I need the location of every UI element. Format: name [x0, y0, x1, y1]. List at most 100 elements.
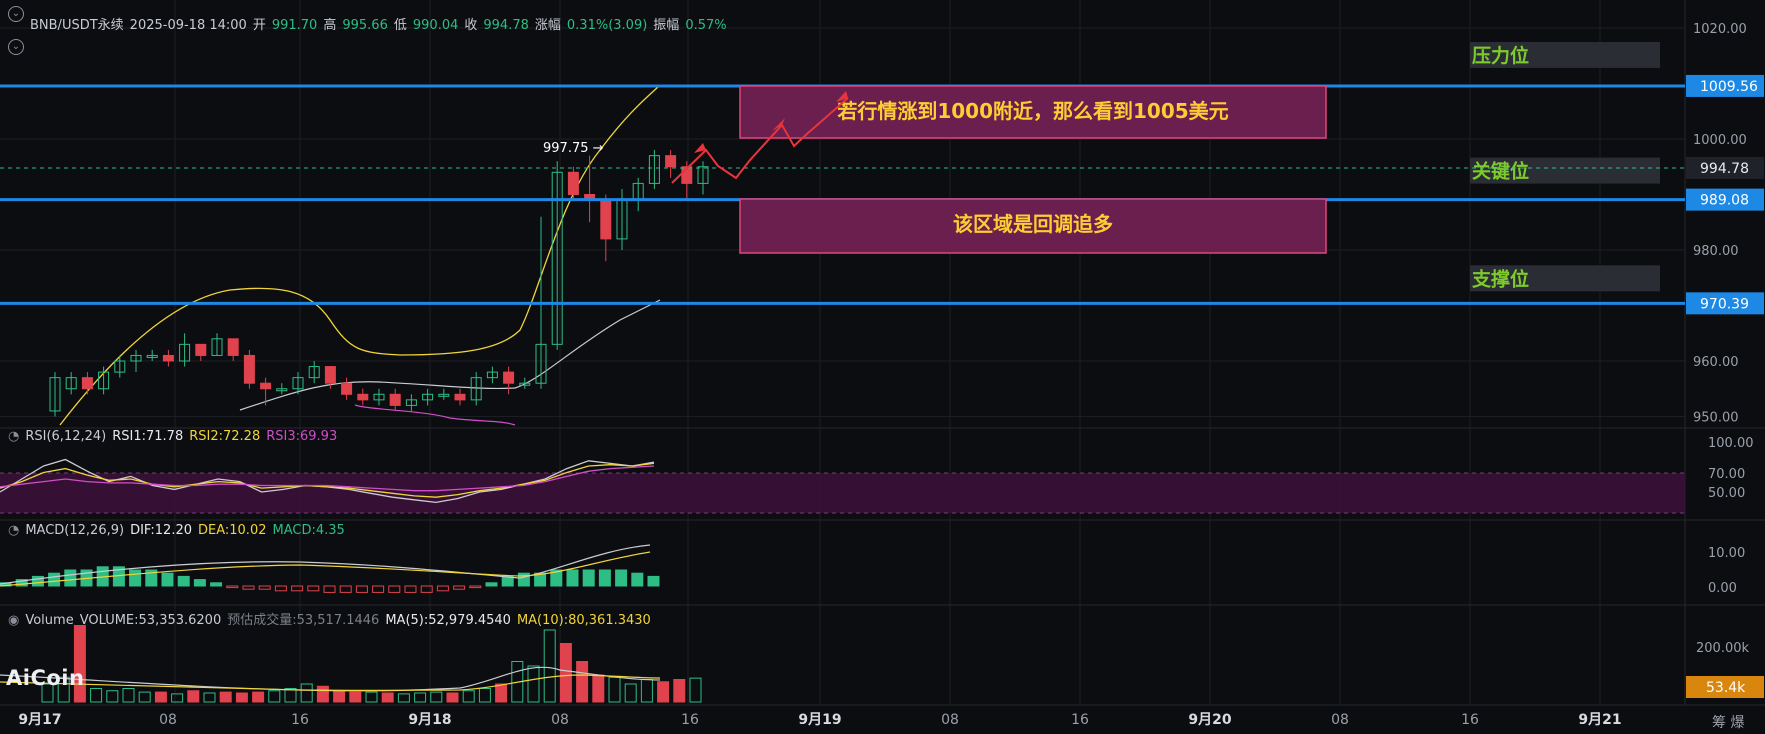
volume-bar	[73, 625, 86, 703]
volume-bar	[138, 691, 151, 703]
volume-bar	[543, 629, 556, 703]
max-price-label: 997.75 →	[543, 141, 604, 156]
volume-bar	[316, 685, 329, 703]
candle-body	[162, 354, 174, 362]
time-tick-label: 9月20	[1188, 712, 1231, 728]
macd-histogram-bar	[323, 585, 336, 593]
collapse-icon[interactable]: ⌄	[8, 6, 24, 22]
macd-histogram-bar	[258, 585, 271, 590]
volume-bar	[154, 691, 167, 703]
candle-body	[341, 382, 353, 395]
macd-histogram-bar	[129, 569, 142, 587]
macd-tick-label: 0.00	[1708, 581, 1737, 596]
volume-bar	[203, 692, 216, 703]
bottom-right-tools[interactable]: 筹 爆	[1712, 712, 1744, 732]
volume-bar	[106, 690, 119, 703]
macd-histogram-bar	[339, 585, 352, 593]
candle-body	[454, 393, 466, 401]
price-tick-label: 1020.00	[1693, 22, 1747, 37]
time-tick-label: 16	[291, 712, 309, 728]
rsi-tick-label: 50.00	[1708, 486, 1745, 501]
volume-bar	[333, 690, 346, 703]
candle-body	[389, 393, 401, 406]
volume-bar	[187, 690, 200, 703]
macd-histogram-bar	[388, 585, 401, 593]
est-volume-value: 预估成交量:53,517.1446	[227, 613, 380, 628]
ma10-value: MA(10):80,361.3430	[516, 613, 651, 628]
volume-bar	[284, 688, 297, 703]
volume-name: Volume	[25, 613, 74, 628]
macd-histogram-bar	[274, 585, 287, 592]
eye-icon[interactable]: ◉	[8, 613, 19, 628]
aicoin-logo: AiCoin	[6, 666, 85, 690]
candle-body	[81, 377, 93, 390]
macd-histogram-bar	[291, 585, 304, 592]
candle-body	[195, 343, 207, 356]
close-label: 收	[464, 18, 478, 33]
candle-body	[665, 155, 677, 168]
level-price-value: 989.08	[1700, 193, 1749, 209]
rsi-overbought-zone	[0, 473, 1685, 513]
time-tick-label: 9月19	[798, 712, 841, 728]
bell-icon[interactable]: ◔	[8, 429, 19, 444]
level-label: 支撑位	[1471, 267, 1529, 290]
volume-bar	[235, 692, 248, 703]
price-tick-label: 950.00	[1693, 411, 1739, 426]
volume-bar	[446, 692, 459, 703]
macd-histogram-bar	[598, 569, 611, 587]
candle-body	[260, 382, 272, 390]
amp-value: 0.57%	[685, 18, 727, 33]
level-label: 压力位	[1472, 44, 1529, 67]
candle-body	[357, 393, 369, 401]
volume-bar	[657, 681, 670, 703]
time-tick-label: 08	[941, 712, 959, 728]
volume-bar	[219, 691, 232, 703]
rsi-tick-label: 100.00	[1708, 436, 1754, 451]
time-tick-label: 16	[681, 712, 699, 728]
macd-histogram-bar	[307, 585, 320, 592]
volume-bar	[268, 690, 281, 703]
volume-bar	[689, 677, 702, 703]
rsi1-value: RSI1:71.78	[112, 429, 184, 444]
macd-histogram-bar	[631, 572, 644, 587]
rsi-name: RSI(6,12,24)	[25, 429, 107, 444]
volume-bar	[252, 691, 265, 703]
settings-circle-icon[interactable]: ⌄	[8, 39, 24, 55]
candle-body	[600, 199, 612, 240]
volume-bar	[608, 676, 621, 703]
volume-tick-label: 200.00k	[1696, 641, 1749, 656]
volume-bar	[381, 692, 394, 703]
open-label: 开	[252, 18, 266, 33]
macd-name: MACD(12,26,9)	[25, 523, 125, 538]
dif-value: DIF:12.20	[130, 523, 192, 538]
change-value: 0.31%(3.09)	[566, 18, 648, 33]
macd-histogram-bar	[48, 572, 61, 587]
change-label: 涨幅	[534, 18, 561, 33]
volume-bar	[576, 661, 589, 703]
volume-bar	[300, 683, 313, 703]
macd-tick-label: 10.00	[1708, 546, 1745, 561]
macd-histogram-bar	[242, 585, 255, 590]
macd-histogram-bar	[485, 582, 498, 587]
low-value: 990.04	[412, 18, 459, 33]
lower-band-line	[239, 299, 661, 411]
high-label: 高	[323, 18, 337, 33]
symbol-label: BNB/USDT永续	[30, 18, 124, 33]
volume-bar	[624, 683, 637, 703]
rsi-header: ◔ RSI(6,12,24) RSI1:71.78 RSI2:72.28 RSI3:69…	[8, 429, 343, 444]
macd-histogram-bar	[177, 575, 190, 587]
volume-bar	[592, 674, 605, 703]
bell-icon[interactable]: ◔	[8, 523, 19, 538]
volume-bar	[397, 693, 410, 703]
volume-bar	[414, 692, 427, 703]
macd-histogram-bar	[469, 585, 482, 589]
macd-histogram-bar	[566, 569, 579, 587]
macd-histogram-bar	[436, 585, 449, 592]
volume-bar	[495, 683, 508, 703]
volume-bar	[122, 688, 135, 703]
macd-histogram-bar	[210, 582, 223, 587]
candle-body	[243, 354, 255, 384]
ma5-value: MA(5):52,979.4540	[385, 613, 511, 628]
annotation-text: 该区域是回调追多	[953, 212, 1113, 236]
rsi3-value: RSI3:69.93	[266, 429, 338, 444]
